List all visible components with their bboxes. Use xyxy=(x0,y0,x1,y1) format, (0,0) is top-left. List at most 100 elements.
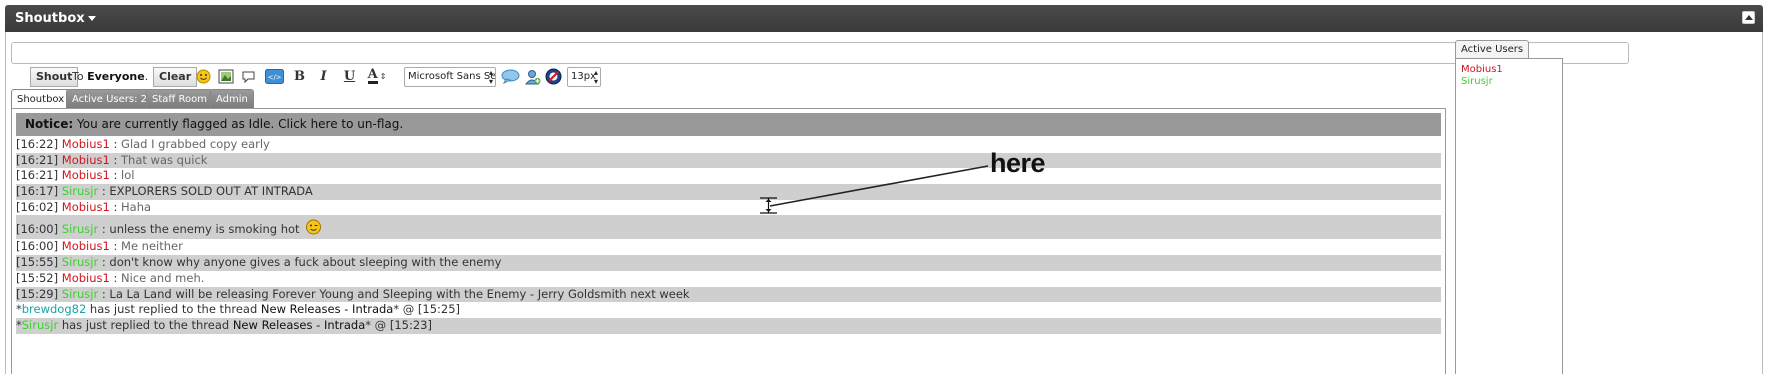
font-color-button[interactable]: A ⇕ xyxy=(366,68,388,85)
tab-shoutbox[interactable]: Shoutbox xyxy=(11,89,71,110)
notice-label: Notice: xyxy=(25,117,74,131)
message-user[interactable]: Mobius1 xyxy=(62,137,110,151)
message-text: has just replied to the thread xyxy=(58,317,233,332)
smiley-icon[interactable] xyxy=(195,68,212,85)
wink-smiley-icon xyxy=(305,217,322,245)
recipient-label: To Everyone. xyxy=(72,70,148,83)
message-user[interactable]: Sirusjr xyxy=(22,318,58,332)
message-user[interactable]: Mobius1 xyxy=(62,153,110,167)
message-user[interactable]: Mobius1 xyxy=(62,271,110,285)
thread-link[interactable]: New Releases - Intrada xyxy=(261,302,393,316)
font-size-select[interactable]: 13px ▴ ▾ xyxy=(567,67,601,87)
message-row: [16:00] Sirusjr : unless the enemy is sm… xyxy=(16,215,1441,240)
to-suffix: . xyxy=(144,70,149,83)
underline-button[interactable]: U xyxy=(341,68,358,85)
message-row: [16:22] Mobius1 : Glad I grabbed copy ea… xyxy=(16,137,1441,153)
message-time: [16:02] xyxy=(16,199,59,214)
message-time: [16:00] xyxy=(16,222,59,237)
message-separator: : xyxy=(98,286,110,301)
add-user-icon[interactable] xyxy=(524,68,541,85)
message-text: That was quick xyxy=(121,152,208,167)
tab-admin[interactable]: Admin xyxy=(210,89,254,109)
chat-bubble-icon[interactable] xyxy=(500,68,520,85)
bold-button[interactable]: B xyxy=(291,68,308,85)
message-row: [15:55] Sirusjr : don't know why anyone … xyxy=(16,255,1441,271)
message-tail: * @ [15:23] xyxy=(365,317,432,332)
message-row: [16:00] Mobius1 : Me neither xyxy=(16,239,1441,255)
message-time: [16:17] xyxy=(16,184,59,199)
message-time: [16:22] xyxy=(16,137,59,151)
tab-active-users[interactable]: Active Users: 2 xyxy=(66,89,154,109)
message-time: [15:29] xyxy=(16,286,59,301)
message-row: [16:02] Mobius1 : Haha xyxy=(16,200,1441,216)
no-entry-icon[interactable] xyxy=(545,68,562,85)
message-time: [15:52] xyxy=(16,270,59,285)
tab-active-users-sidebar[interactable]: Active Users xyxy=(1455,40,1530,59)
image-icon[interactable] xyxy=(217,68,234,85)
shoutbox-title[interactable]: Shoutbox xyxy=(15,11,96,26)
collapse-button[interactable] xyxy=(1742,11,1755,24)
to-prefix: To xyxy=(72,70,84,83)
clear-button[interactable]: Clear xyxy=(153,67,198,87)
font-color-glyph: A xyxy=(367,67,378,84)
message-user[interactable]: Sirusjr xyxy=(62,222,98,236)
message-text: Nice and meh. xyxy=(121,270,205,285)
message-time: [16:21] xyxy=(16,168,59,183)
code-icon-glyph: </> xyxy=(267,74,281,82)
thread-link[interactable]: New Releases - Intrada xyxy=(233,318,365,332)
notice-text: You are currently flagged as Idle. Click… xyxy=(77,117,404,131)
message-user[interactable]: Mobius1 xyxy=(62,168,110,182)
system-message-row: *Sirusjr has just replied to the thread … xyxy=(16,317,1441,334)
font-family-select[interactable]: Microsoft Sans Serif ▴▾ xyxy=(404,67,496,87)
message-text: don't know why anyone gives a fuck about… xyxy=(109,255,502,270)
message-time: [16:21] xyxy=(16,152,59,167)
message-user[interactable]: Sirusjr xyxy=(62,184,98,198)
message-text: has just replied to the thread xyxy=(86,302,261,317)
message-user[interactable]: Mobius1 xyxy=(62,200,110,214)
message-separator: : xyxy=(109,199,122,214)
message-separator: : xyxy=(109,270,122,285)
message-text: Glad I grabbed copy early xyxy=(121,137,270,151)
idle-notice[interactable]: Notice: You are currently flagged as Idl… xyxy=(16,113,1441,136)
shout-input[interactable] xyxy=(11,42,1629,64)
message-text: EXPLORERS SOLD OUT AT INTRADA xyxy=(109,184,313,199)
active-user[interactable]: Sirusjr xyxy=(1456,76,1562,88)
tab-staff-room[interactable]: Staff Room xyxy=(146,89,213,109)
message-user[interactable]: Mobius1 xyxy=(62,239,110,253)
active-users-list: Mobius1 Sirusjr xyxy=(1456,59,1562,88)
message-separator: : xyxy=(109,239,122,254)
message-text: lol xyxy=(121,168,135,183)
message-text: La La Land will be releasing Forever You… xyxy=(109,286,690,301)
message-text: Me neither xyxy=(121,239,183,254)
message-user[interactable]: Sirusjr xyxy=(62,287,98,301)
message-time: [15:55] xyxy=(16,255,59,270)
message-separator: : xyxy=(98,184,110,199)
stepper-icon: ⇕ xyxy=(379,72,387,81)
message-time: [16:00] xyxy=(16,239,59,254)
message-text: unless the enemy is smoking hot xyxy=(109,222,300,237)
recipient-target[interactable]: Everyone xyxy=(87,70,145,83)
message-row: [16:21] Mobius1 : lol xyxy=(16,168,1441,184)
message-row: [15:29] Sirusjr : La La Land will be rel… xyxy=(16,286,1441,303)
message-text: Haha xyxy=(121,199,152,214)
message-separator: : xyxy=(109,137,122,151)
speech-bubble-icon[interactable] xyxy=(240,68,257,85)
chevron-down-icon xyxy=(87,16,96,21)
font-family-value: Microsoft Sans Serif xyxy=(408,71,496,82)
select-arrows-icon: ▴ ▾ xyxy=(593,68,598,86)
select-arrows-icon: ▴ ▾ xyxy=(488,68,493,86)
active-users-panel: Mobius1 Sirusjr xyxy=(1455,58,1563,374)
message-row: [15:52] Mobius1 : Nice and meh. xyxy=(16,271,1441,287)
message-tail: * @ [15:25] xyxy=(393,302,461,317)
active-user[interactable]: Mobius1 xyxy=(1456,64,1562,76)
message-separator: : xyxy=(109,152,122,167)
message-separator: : xyxy=(98,255,110,270)
italic-button[interactable]: I xyxy=(315,68,332,85)
message-user[interactable]: brewdog82 xyxy=(22,302,87,316)
message-row: [16:21] Mobius1 : That was quick xyxy=(16,152,1441,169)
font-size-value: 13px xyxy=(571,71,596,82)
message-row: [16:17] Sirusjr : EXPLORERS SOLD OUT AT … xyxy=(16,184,1441,200)
code-icon[interactable]: </> xyxy=(264,68,284,85)
message-user[interactable]: Sirusjr xyxy=(62,255,98,269)
shoutbox-header: Shoutbox xyxy=(5,5,1763,32)
